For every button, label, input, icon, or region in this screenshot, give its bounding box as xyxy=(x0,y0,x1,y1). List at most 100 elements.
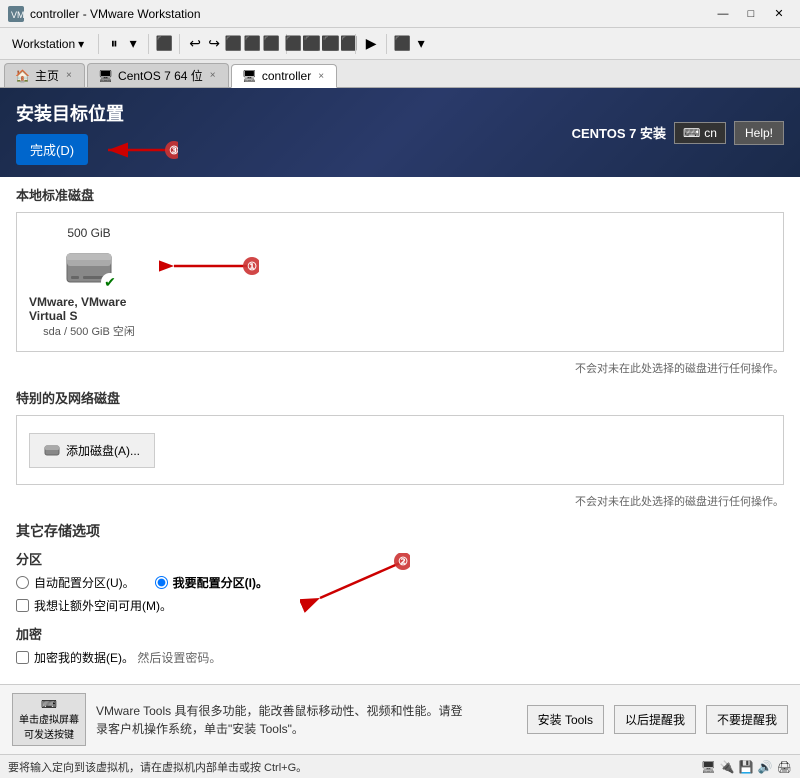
vmware-tools-bar: ⌨ 单击虚拟屏幕 可发送按键 VMware Tools 具有很多功能，能改善鼠标… xyxy=(0,684,800,754)
content-wrapper: 安装目标位置 完成(D) xyxy=(0,88,800,778)
arrow-3: ③ xyxy=(98,135,178,165)
vm-icon-3[interactable]: ⬛ xyxy=(243,35,261,53)
encrypt-title: 加密 xyxy=(16,624,784,643)
other-storage: 其它存储选项 分区 自动配置分区(U)。 我要配置分区(I)。 我想让额外空间可… xyxy=(0,513,800,684)
remind-later-button[interactable]: 以后提醒我 xyxy=(614,705,696,734)
encrypt-label: 加密我的数据(E)。 然后设置密码。 xyxy=(34,649,221,666)
install-header: 安装目标位置 完成(D) xyxy=(0,88,800,177)
tab-home[interactable]: 🏠 主页 × xyxy=(4,63,85,87)
toolbar-group-3: ↩ ↪ ⬛ ⬛ ⬛ xyxy=(186,35,280,53)
workstation-menu[interactable]: Workstation ▾ xyxy=(4,33,92,55)
install-tools-button[interactable]: 安装 Tools xyxy=(527,705,604,734)
keyboard-label: cn xyxy=(704,126,717,140)
minimize-button[interactable]: — xyxy=(710,5,736,23)
menu-separator-1 xyxy=(98,34,99,54)
svg-text:VM: VM xyxy=(11,10,24,20)
add-disk-label: 添加磁盘(A)... xyxy=(66,442,140,459)
disk-info: sda / 500 GiB 空闲 xyxy=(43,323,135,339)
radio-group: 自动配置分区(U)。 我要配置分区(I)。 xyxy=(16,574,784,591)
toolbar-group-2: ⬛ xyxy=(155,35,173,53)
arrow-1-svg: ① xyxy=(159,246,259,286)
auto-partition-radio[interactable] xyxy=(16,576,29,589)
keyboard-capture-box[interactable]: ⌨ 单击虚拟屏幕 可发送按键 xyxy=(12,693,86,746)
tab-home-icon: 🏠 xyxy=(15,69,30,83)
pause-dropdown-icon[interactable]: ▾ xyxy=(124,35,142,53)
add-disk-icon xyxy=(44,442,60,458)
disk-icon-wrapper: ✔ xyxy=(63,246,115,289)
tab-centos[interactable]: 🖥 CentOS 7 64 位 × xyxy=(87,63,229,87)
local-disk-no-op-note: 不会对未在此处选择的磁盘进行任何操作。 xyxy=(0,356,800,380)
status-icon-2[interactable]: 🔌 xyxy=(720,760,735,774)
status-icon-1[interactable]: 🖥 xyxy=(701,760,716,774)
extra-space-option[interactable]: 我想让额外空间可用(M)。 xyxy=(16,597,784,614)
vm-icon-2[interactable]: ⬛ xyxy=(224,35,242,53)
vm-icon-1[interactable]: ⬛ xyxy=(155,35,173,53)
done-button[interactable]: 完成(D) xyxy=(16,134,88,165)
tabs-bar: 🏠 主页 × 🖥 CentOS 7 64 位 × 🖥 controller × xyxy=(0,60,800,88)
vm-icon-4[interactable]: ⬛ xyxy=(262,35,280,53)
status-message: 要将输入定向到该虚拟机，请在虚拟机内部单击或按 Ctrl+G。 xyxy=(8,759,307,775)
content-area: 本地标准磁盘 500 GiB ✔ xyxy=(0,177,800,684)
install-header-right: CENTOS 7 安装 ⌨ cn Help! xyxy=(572,121,784,145)
vm-icon-7[interactable]: ⬛⬛ xyxy=(331,35,349,53)
extra-space-checkbox[interactable] xyxy=(16,599,29,612)
toolbar-group-4: ⬛⬛ ⬛⬛ ⬛⬛ xyxy=(293,35,349,53)
status-bar: 要将输入定向到该虚拟机，请在虚拟机内部单击或按 Ctrl+G。 🖥 🔌 💾 🔊 … xyxy=(0,754,800,778)
play-icon[interactable]: ▶ xyxy=(362,35,380,53)
close-button[interactable]: ✕ xyxy=(766,5,792,23)
disk-selected-check: ✔ xyxy=(101,273,119,291)
menu-separator-3 xyxy=(179,34,180,54)
vmware-tools-message: VMware Tools 具有很多功能，能改善鼠标移动性、视频和性能。请登 录客… xyxy=(96,702,517,738)
install-header-left: 安装目标位置 完成(D) xyxy=(16,100,178,165)
maximize-button[interactable]: □ xyxy=(738,5,764,23)
svg-text:①: ① xyxy=(247,261,257,273)
add-disk-button[interactable]: 添加磁盘(A)... xyxy=(29,433,155,468)
partition-title: 分区 xyxy=(16,549,784,568)
vm-icon-8-dropdown[interactable]: ▾ xyxy=(412,35,430,53)
toolbar-group-1: ⏸ ▾ xyxy=(105,35,142,53)
tab-centos-icon: 🖥 xyxy=(98,69,113,83)
title-bar-text: controller - VMware Workstation xyxy=(30,7,201,21)
other-storage-title: 其它存储选项 xyxy=(16,521,784,541)
status-icon-4[interactable]: 🔊 xyxy=(758,760,773,774)
encrypt-option[interactable]: 加密我的数据(E)。 然后设置密码。 xyxy=(16,649,784,666)
forward-icon[interactable]: ↪ xyxy=(205,35,223,53)
toolbar-group-5: ▶ xyxy=(362,35,380,53)
annotation-1: ① xyxy=(159,246,259,289)
auto-partition-label: 自动配置分区(U)。 xyxy=(34,574,135,591)
pause-icon[interactable]: ⏸ xyxy=(105,35,123,53)
local-disk-title: 本地标准磁盘 xyxy=(0,177,800,208)
back-icon[interactable]: ↩ xyxy=(186,35,204,53)
tab-controller-label: controller xyxy=(262,69,311,83)
toolbar-group-6: ⬛ ▾ xyxy=(393,35,430,53)
tab-controller-icon: 🖥 xyxy=(242,69,257,83)
help-button[interactable]: Help! xyxy=(734,121,784,145)
tab-centos-close[interactable]: × xyxy=(208,69,218,82)
manual-partition-label: 我要配置分区(I)。 xyxy=(173,574,268,591)
keyboard-icon: ⌨ xyxy=(683,126,700,140)
disk-name: VMware, VMware Virtual S xyxy=(29,295,149,323)
special-disk-no-op-note: 不会对未在此处选择的磁盘进行任何操作。 xyxy=(0,489,800,513)
auto-partition-option[interactable]: 自动配置分区(U)。 xyxy=(16,574,135,591)
svg-text:③: ③ xyxy=(169,145,178,157)
special-disk-box: 添加磁盘(A)... xyxy=(16,415,784,485)
done-button-label: 完成(D) xyxy=(30,140,74,159)
tab-controller[interactable]: 🖥 controller × xyxy=(231,64,337,88)
status-icon-5[interactable]: 🖨 xyxy=(777,760,792,774)
keyboard-capture-icon: ⌨ xyxy=(41,698,57,711)
manual-partition-radio[interactable] xyxy=(155,576,168,589)
vm-icon-8[interactable]: ⬛ xyxy=(393,35,411,53)
install-title: 安装目标位置 xyxy=(16,100,178,126)
never-remind-button[interactable]: 不要提醒我 xyxy=(706,705,788,734)
status-icon-3[interactable]: 💾 xyxy=(739,760,754,774)
extra-space-label: 我想让额外空间可用(M)。 xyxy=(34,597,172,614)
encrypt-checkbox[interactable] xyxy=(16,651,29,664)
tab-home-close[interactable]: × xyxy=(64,69,74,82)
keyboard-capture-label: 单击虚拟屏幕 可发送按键 xyxy=(19,711,79,741)
tab-controller-close[interactable]: × xyxy=(316,70,326,83)
keyboard-indicator[interactable]: ⌨ cn xyxy=(674,122,726,144)
disk-item[interactable]: 500 GiB ✔ VMware, VMware Virtual xyxy=(29,226,149,339)
title-bar: VM controller - VMware Workstation — □ ✕ xyxy=(0,0,800,28)
manual-partition-option[interactable]: 我要配置分区(I)。 xyxy=(155,574,268,591)
menu-bar: Workstation ▾ ⏸ ▾ ⬛ ↩ ↪ ⬛ ⬛ ⬛ ⬛⬛ ⬛⬛ ⬛⬛ ▶ xyxy=(0,28,800,60)
